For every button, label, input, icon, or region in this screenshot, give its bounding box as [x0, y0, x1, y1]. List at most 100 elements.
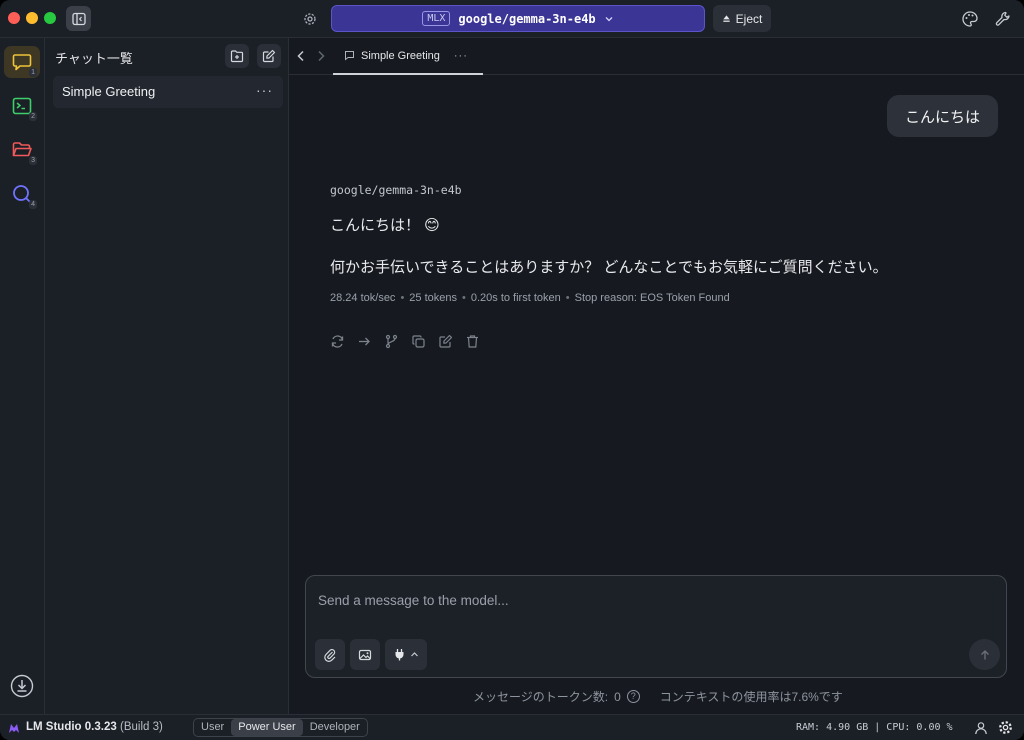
plug-icon — [395, 649, 404, 661]
attach-file-button[interactable] — [315, 639, 345, 670]
tab-label: Simple Greeting — [361, 49, 440, 62]
rail-developer-number: 2 — [29, 112, 37, 121]
tab-bar: Simple Greeting ··· — [289, 38, 1024, 75]
left-rail: 1 2 3 4 — [0, 38, 45, 714]
chat-list-title: チャット一覧 — [55, 51, 133, 66]
chevron-down-icon — [605, 16, 613, 21]
model-name: google/gemma-3n-e4b — [458, 11, 596, 26]
rail-developer-button[interactable]: 2 — [4, 90, 40, 122]
maximize-window-button[interactable] — [44, 12, 56, 24]
copy-button[interactable] — [410, 333, 426, 349]
nav-forward-button[interactable] — [313, 47, 329, 65]
image-icon — [358, 649, 372, 660]
stat-stop-reason: Stop reason: EOS Token Found — [574, 292, 730, 304]
copy-icon — [411, 334, 425, 348]
rail-discover-button[interactable]: 4 — [4, 178, 40, 210]
chat-item-more-button[interactable]: ··· — [256, 82, 273, 98]
model-selector[interactable]: MLX google/gemma-3n-e4b — [331, 5, 705, 32]
edit-message-button[interactable] — [437, 333, 453, 349]
token-info: メッセージのトークン数: 0 ? コンテキストの使用率は7.6%です — [473, 688, 843, 705]
app-window: MLX google/gemma-3n-e4b Eject 1 2 3 4 チャ… — [0, 0, 1024, 740]
new-chat-button[interactable] — [257, 44, 281, 68]
chevron-right-icon — [318, 50, 325, 62]
generation-stats: 28.24 tok/sec • 25 tokens • 0.20s to fir… — [330, 292, 730, 304]
system-resources: RAM: 4.90 GB | CPU: 0.00 % — [796, 722, 953, 733]
trash-icon — [466, 334, 478, 348]
delete-message-button[interactable] — [464, 333, 480, 349]
title-bar: MLX google/gemma-3n-e4b Eject — [0, 0, 1024, 38]
chat-bubble-icon — [345, 51, 354, 61]
sidebar-icon — [71, 12, 86, 25]
help-icon[interactable]: ? — [626, 690, 640, 703]
minimize-window-button[interactable] — [26, 12, 38, 24]
new-folder-button[interactable] — [225, 44, 249, 68]
user-message: こんにちは — [887, 95, 998, 137]
mode-user-button[interactable]: User — [194, 719, 231, 736]
downloads-button[interactable] — [6, 670, 38, 702]
token-count-value: 0 — [614, 689, 621, 704]
send-button[interactable] — [969, 639, 1000, 670]
separator: • — [462, 292, 466, 304]
regenerate-button[interactable] — [329, 333, 345, 349]
separator: • — [565, 292, 570, 304]
chevron-up-icon — [411, 652, 418, 657]
mode-developer-button[interactable]: Developer — [303, 719, 367, 736]
wrench-icon — [995, 11, 1010, 26]
message-actions — [329, 333, 480, 349]
lm-studio-logo-icon — [9, 724, 19, 733]
chevron-left-icon — [297, 50, 304, 62]
chat-list-panel: チャット一覧 Simple Greeting ··· — [45, 38, 289, 714]
settings-gear-icon[interactable] — [998, 720, 1013, 735]
token-count-label: メッセージのトークン数: — [473, 690, 609, 704]
edit-icon — [262, 49, 276, 63]
attach-image-button[interactable] — [350, 639, 380, 670]
message-input[interactable] — [318, 588, 988, 612]
download-icon — [10, 674, 34, 698]
branch-button[interactable] — [383, 333, 399, 349]
rail-models-button[interactable]: 3 — [4, 134, 40, 166]
chat-list-item[interactable]: Simple Greeting ··· — [53, 76, 283, 108]
rail-discover-number: 4 — [29, 200, 37, 209]
rail-chat-number: 1 — [29, 68, 37, 77]
close-window-button[interactable] — [8, 12, 20, 24]
app-build: (Build 3) — [120, 721, 163, 733]
stat-first-token: 0.20s to first token — [470, 292, 561, 304]
assistant-model-name: google/gemma-3n-e4b — [330, 183, 462, 197]
palette-icon — [962, 11, 978, 27]
message-composer — [305, 575, 1007, 678]
gear-icon — [304, 13, 316, 25]
stat-speed: 28.24 tok/sec — [330, 292, 396, 304]
theme-button[interactable] — [961, 10, 979, 28]
assistant-message-line: 何かお手伝いできることはありますか？ どんなことでもお気軽にご質問ください。 — [330, 259, 888, 276]
separator: • — [400, 292, 405, 304]
eject-label: Eject — [735, 11, 763, 26]
model-settings-button[interactable] — [300, 9, 320, 29]
refresh-icon — [331, 334, 343, 348]
user-icon[interactable] — [974, 721, 988, 735]
mlx-badge: MLX — [422, 11, 451, 26]
folder-plus-icon — [230, 50, 244, 63]
eject-button[interactable]: Eject — [713, 5, 771, 32]
assistant-message-line: こんにちは！ 😊 — [330, 217, 440, 234]
mode-power-user-button[interactable]: Power User — [231, 719, 303, 736]
rail-chat-button[interactable]: 1 — [4, 46, 40, 78]
mode-switcher: User Power User Developer — [193, 718, 368, 737]
paperclip-icon — [324, 648, 336, 662]
continue-button[interactable] — [356, 333, 372, 349]
stat-tokens: 25 tokens — [409, 292, 457, 304]
chat-item-label: Simple Greeting — [62, 84, 156, 99]
status-bar: LM Studio 0.3.23 (Build 3) User Power Us… — [0, 714, 1024, 740]
app-version: LM Studio 0.3.23 — [26, 721, 117, 733]
tab-simple-greeting[interactable]: Simple Greeting ··· — [333, 38, 483, 75]
arrow-right-icon — [358, 337, 370, 345]
context-usage: コンテキストの使用率は7.6%です — [659, 690, 843, 704]
developer-settings-button[interactable] — [994, 10, 1012, 28]
sidebar-toggle-button[interactable] — [66, 6, 91, 31]
tab-more-button[interactable]: ··· — [454, 50, 468, 62]
branch-icon — [385, 334, 397, 348]
edit-icon — [438, 334, 452, 348]
nav-back-button[interactable] — [293, 47, 309, 65]
plugins-button[interactable] — [385, 639, 427, 670]
rail-models-number: 3 — [29, 156, 37, 165]
eject-icon — [723, 15, 730, 22]
